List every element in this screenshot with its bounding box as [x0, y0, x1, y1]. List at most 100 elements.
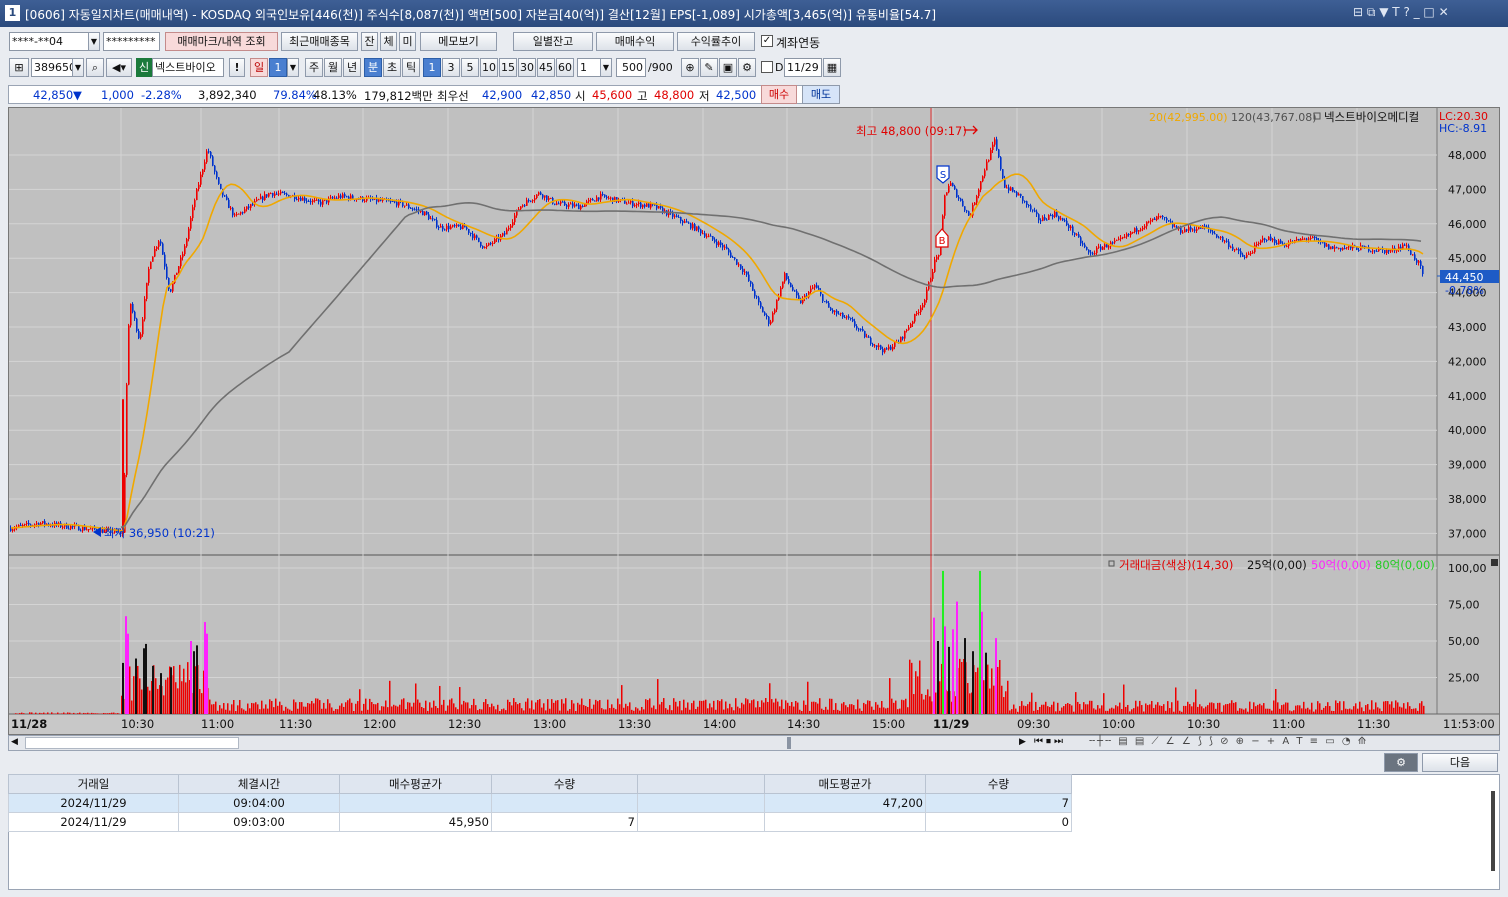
next-button[interactable]: 다음 — [1422, 753, 1498, 772]
candle-body — [128, 325, 130, 385]
candle-body — [520, 206, 522, 210]
recent-trades-button[interactable]: 최근매매종목 — [281, 32, 358, 51]
period-week-button[interactable]: 주 — [305, 58, 323, 77]
candle-body — [570, 203, 572, 205]
period-month-button[interactable]: 월 — [324, 58, 342, 77]
period-min-button[interactable]: 분 — [364, 58, 382, 77]
candle-body — [1370, 251, 1372, 253]
candle-body — [1340, 247, 1342, 250]
buy-button[interactable]: 매수 — [761, 85, 797, 104]
candle-body — [1044, 217, 1046, 220]
volume-bar — [599, 700, 601, 714]
min-option-60[interactable]: 60 — [556, 58, 574, 77]
volume-bar — [1097, 705, 1099, 714]
che-button[interactable]: 체 — [380, 32, 397, 51]
grid-settings-icon[interactable]: ⚙ — [1384, 753, 1418, 772]
min-option-45[interactable]: 45 — [537, 58, 555, 77]
price-volume-chart[interactable]: 48,00047,00046,00045,00044,00043,00042,0… — [9, 108, 1499, 734]
volume-bar — [1263, 703, 1265, 714]
calendar-icon[interactable]: ▦ — [823, 58, 841, 77]
period-year-button[interactable]: 년 — [343, 58, 361, 77]
candle-body — [1150, 220, 1152, 222]
chart-scrollbar[interactable]: ◀ ▶ ⏮⏹⏭ ╌┼╌ ▤ ▤ ⟋ ∠ ∠ ⟆ ⟆ ⊘ ⊕ − + A T ≡ … — [8, 735, 1500, 751]
col-buy-avg[interactable]: 매수평균가 — [339, 774, 492, 794]
volume-bar — [1351, 709, 1353, 714]
indicator-icon[interactable]: ⊕ — [681, 58, 699, 77]
volume-bar — [215, 701, 217, 714]
col-buy-qty[interactable]: 수량 — [491, 774, 638, 794]
table-row[interactable]: 2024/11/29 09:04:00 47,200 7 — [8, 793, 1072, 813]
min-option-3[interactable]: 3 — [442, 58, 460, 77]
min-option-5[interactable]: 5 — [461, 58, 479, 77]
volume-bar — [1371, 700, 1373, 714]
date-checkbox[interactable] — [761, 61, 773, 73]
date-input[interactable]: 11/29 — [784, 58, 822, 77]
volume-bar — [1407, 702, 1409, 714]
col-trade-date[interactable]: 거래일 — [8, 774, 179, 794]
scroll-left-icon[interactable]: ◀ — [11, 737, 18, 747]
daily-balance-button[interactable]: 일별잔고 — [513, 32, 593, 51]
sell-button[interactable]: 매도 — [802, 85, 840, 104]
current-price: 42,850 — [33, 88, 74, 102]
col-sell-avg[interactable]: 매도평균가 — [764, 774, 926, 794]
min-option-30[interactable]: 30 — [518, 58, 536, 77]
grid-scrollbar[interactable] — [1491, 791, 1495, 871]
profit-trend-button[interactable]: 수익률추이 — [677, 32, 755, 51]
candle-body — [894, 342, 896, 347]
volume-bar — [181, 681, 183, 714]
min-option-1[interactable]: 1 — [423, 58, 441, 77]
time-tick-label: 15:00 — [872, 717, 905, 731]
col-blank[interactable] — [637, 774, 765, 794]
account-dropdown-icon[interactable]: ▼ — [88, 32, 100, 51]
day-count[interactable]: 1 — [269, 58, 287, 77]
chart-area[interactable]: 48,000 47,000 46,000 45,000 44,000 43,000 42,0… — [8, 107, 1500, 735]
alert-button[interactable]: ! — [229, 58, 245, 77]
period-tick-button[interactable]: 틱 — [402, 58, 420, 77]
col-sell-qty[interactable]: 수량 — [925, 774, 1072, 794]
volume-bar — [1059, 710, 1061, 714]
period-dropdown-icon[interactable]: ▼ — [600, 58, 612, 77]
window-controls[interactable]: ⊟ ⧉ ▼ T ? _ □ ✕ — [1353, 5, 1449, 20]
candle-body — [728, 249, 730, 253]
volume-bar — [109, 713, 111, 714]
memo-button[interactable]: 메모보기 — [420, 32, 497, 51]
scroll-right-icon[interactable]: ▶ — [1019, 737, 1026, 747]
bar-count-input[interactable]: 500 — [616, 58, 646, 77]
volume-bar — [387, 707, 389, 714]
volume-bar — [553, 702, 555, 714]
volume-bar — [1119, 702, 1121, 714]
draw-icon[interactable]: ✎ — [700, 58, 718, 77]
volume-bar — [1021, 701, 1023, 714]
col-exec-time[interactable]: 체결시간 — [178, 774, 340, 794]
password-input[interactable]: ********* — [103, 32, 160, 51]
layout-icon[interactable]: ⊞ — [9, 58, 29, 77]
mi-button[interactable]: 미 — [399, 32, 416, 51]
gear-icon[interactable]: ⚙ — [738, 58, 756, 77]
candle-body — [626, 203, 628, 205]
trade-mark-query-button[interactable]: 매매마크/내역 조회 — [165, 32, 278, 51]
trade-profit-button[interactable]: 매매수익 — [596, 32, 674, 51]
search-icon[interactable]: ⌕ — [86, 58, 104, 77]
account-link-checkbox[interactable]: ✓ — [761, 35, 773, 47]
volume-legend-25: 25억(0,00) — [1247, 558, 1307, 572]
jan-button[interactable]: 잔 — [361, 32, 378, 51]
day-dropdown-icon[interactable]: ▼ — [287, 58, 299, 77]
account-select[interactable]: ****-**04 — [9, 32, 89, 51]
code-dropdown-icon[interactable]: ▼ — [72, 58, 84, 77]
time-tick-label: 12:00 — [363, 717, 396, 731]
volume-bar — [257, 704, 259, 714]
min-option-10[interactable]: 10 — [480, 58, 498, 77]
playback-icons[interactable]: ⏮⏹⏭ — [1034, 736, 1066, 747]
period-input[interactable]: 1 — [577, 58, 601, 77]
table-row[interactable]: 2024/11/29 09:03:00 45,950 7 0 — [8, 812, 1072, 832]
scroll-thumb[interactable] — [25, 737, 239, 749]
volume-bar — [519, 702, 521, 714]
min-option-15[interactable]: 15 — [499, 58, 517, 77]
period-day-button[interactable]: 일 — [250, 58, 268, 77]
volume-bar — [367, 709, 369, 714]
period-sec-button[interactable]: 초 — [383, 58, 401, 77]
drawing-tool-icons[interactable]: ╌┼╌ ▤ ▤ ⟋ ∠ ∠ ⟆ ⟆ ⊘ ⊕ − + A T ≡ ▭ ◔ ⟰ — [1089, 736, 1368, 747]
speaker-icon[interactable]: ◀▾ — [106, 58, 132, 77]
save-icon[interactable]: ▣ — [719, 58, 737, 77]
stock-code-input[interactable]: 389650 — [31, 58, 73, 77]
